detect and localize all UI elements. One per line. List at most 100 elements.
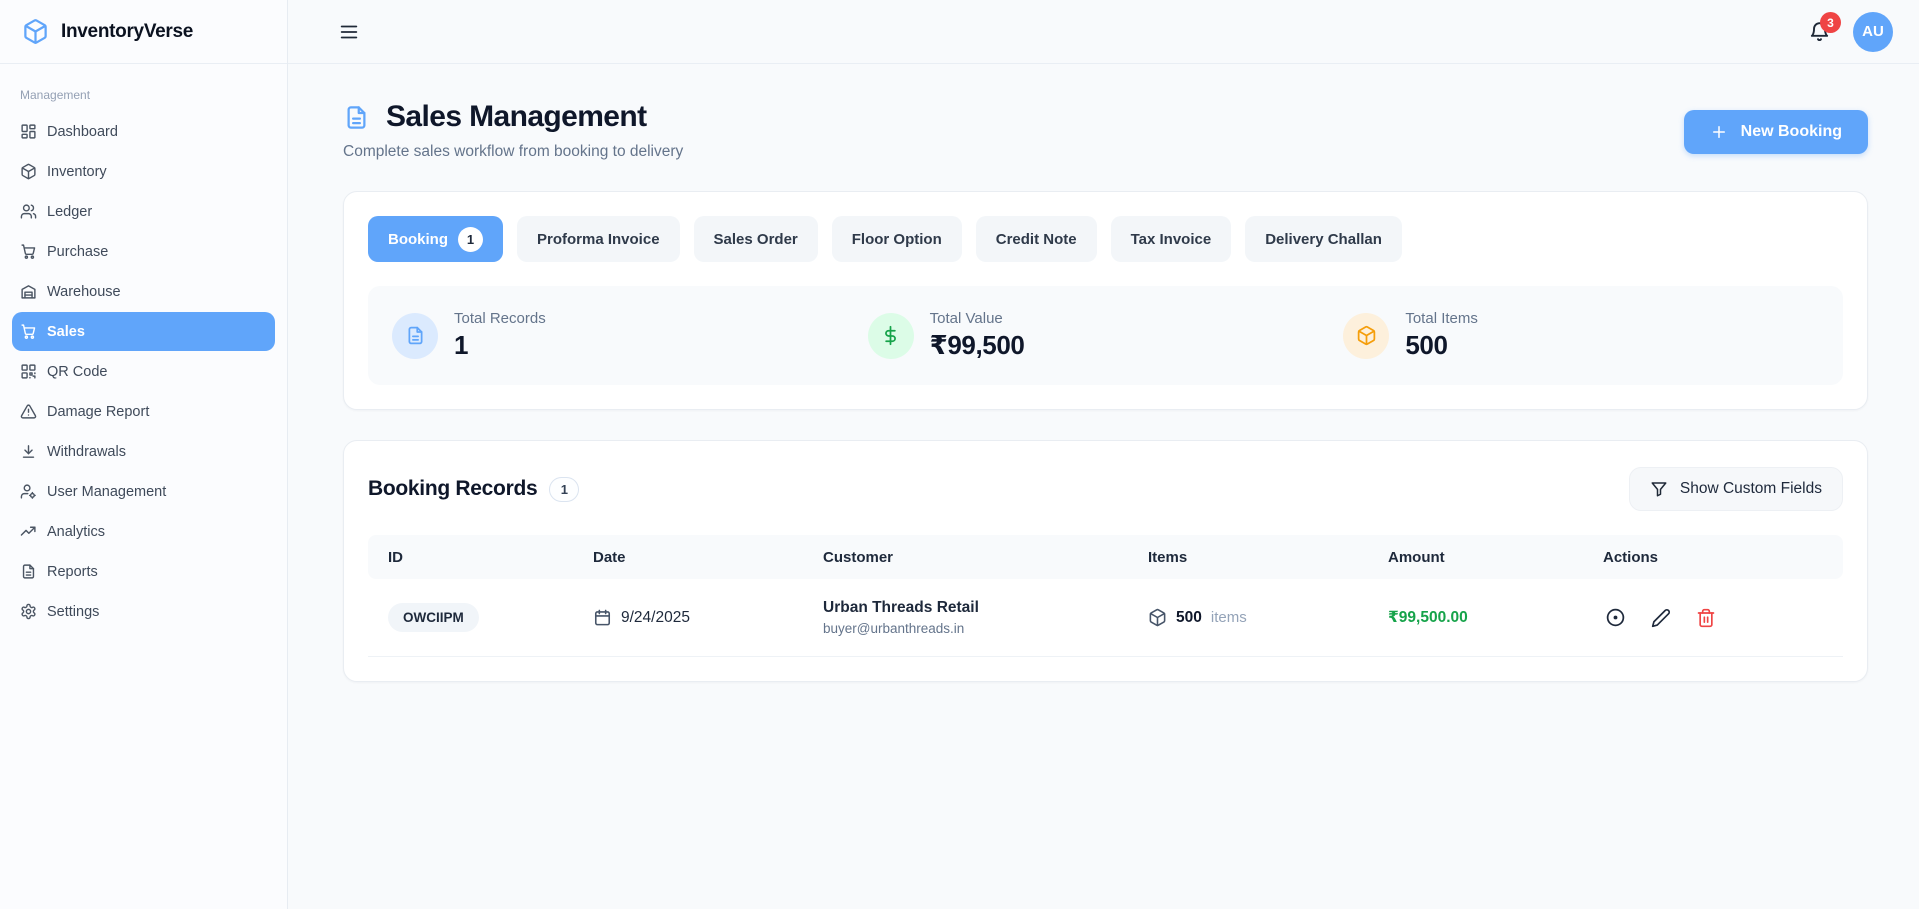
sidebar-section-label: Management [20,88,287,102]
avatar[interactable]: AU [1853,12,1893,52]
tab-floor-option[interactable]: Floor Option [832,216,962,262]
app-title: InventoryVerse [61,21,193,43]
customer-email: buyer@urbanthreads.in [823,621,1148,636]
users-icon [20,203,37,220]
new-booking-button[interactable]: New Booking [1684,110,1868,154]
sidebar-item-analytics[interactable]: Analytics [12,512,275,551]
show-custom-fields-button[interactable]: Show Custom Fields [1629,467,1843,511]
stat-total-value: Total Value ₹99,500 [868,310,1344,361]
sidebar: InventoryVerse Management Dashboard Inve… [0,0,288,909]
tab-booking[interactable]: Booking 1 [368,216,503,262]
show-custom-fields-label: Show Custom Fields [1680,480,1822,498]
calendar-icon [593,608,612,627]
sidebar-item-settings[interactable]: Settings [12,592,275,631]
sidebar-item-withdrawals[interactable]: Withdrawals [12,432,275,471]
tab-credit-note[interactable]: Credit Note [976,216,1097,262]
column-header-date: Date [593,549,823,566]
items-count: 500 [1176,609,1202,627]
sales-tabs-card: Booking 1 Proforma Invoice Sales Order F… [343,191,1868,410]
tab-label: Tax Invoice [1131,231,1212,248]
sidebar-item-label: Damage Report [47,404,149,420]
booking-records-card: Booking Records 1 Show Custom Fields ID … [343,440,1868,682]
sidebar-item-warehouse[interactable]: Warehouse [12,272,275,311]
sidebar-item-label: Reports [47,564,98,580]
sidebar-item-sales[interactable]: Sales [12,312,275,351]
view-button[interactable] [1603,605,1628,630]
sidebar-item-label: Dashboard [47,124,118,140]
tab-label: Credit Note [996,231,1077,248]
user-gear-icon [20,483,37,500]
sidebar-item-damage-report[interactable]: Damage Report [12,392,275,431]
sidebar-item-label: Ledger [47,204,92,220]
tab-delivery-challan[interactable]: Delivery Challan [1245,216,1402,262]
booking-amount: ₹99,500.00 [1388,608,1603,627]
stat-label: Total Value [930,310,1025,327]
sidebar-nav: Dashboard Inventory Ledger Purchase Ware… [0,112,287,631]
column-header-amount: Amount [1388,549,1603,566]
package-icon [1343,313,1389,359]
app-logo: InventoryVerse [0,0,287,64]
main-content: Sales Management Complete sales workflow… [288,64,1919,909]
stat-total-records: Total Records 1 [392,310,868,361]
cart-icon [20,323,37,340]
tab-count-badge: 1 [458,227,483,252]
tab-sales-order[interactable]: Sales Order [694,216,818,262]
tab-proforma-invoice[interactable]: Proforma Invoice [517,216,680,262]
sidebar-item-qr-code[interactable]: QR Code [12,352,275,391]
sidebar-item-purchase[interactable]: Purchase [12,232,275,271]
booking-date: 9/24/2025 [621,609,690,627]
column-header-customer: Customer [823,549,1148,566]
package-icon [20,163,37,180]
cart-icon [20,243,37,260]
sidebar-item-label: Sales [47,324,85,340]
stat-label: Total Records [454,310,546,327]
menu-icon[interactable] [338,21,360,43]
sidebar-item-label: Inventory [47,164,107,180]
sidebar-item-dashboard[interactable]: Dashboard [12,112,275,151]
sidebar-item-label: Settings [47,604,99,620]
column-header-items: Items [1148,549,1388,566]
filter-icon [1650,480,1668,498]
notifications-button[interactable]: 3 [1808,20,1831,43]
records-header: Booking Records 1 Show Custom Fields [368,467,1843,511]
tab-label: Booking [388,231,448,248]
dashboard-icon [20,123,37,140]
sidebar-item-label: Purchase [47,244,108,260]
stat-value: 500 [1405,330,1478,361]
alert-triangle-icon [20,403,37,420]
booking-table: ID Date Customer Items Amount Actions OW… [368,535,1843,657]
plus-icon [1710,123,1728,141]
dollar-icon [868,313,914,359]
sidebar-item-inventory[interactable]: Inventory [12,152,275,191]
trending-up-icon [20,523,37,540]
sidebar-item-label: Warehouse [47,284,121,300]
new-booking-label: New Booking [1741,123,1842,141]
sidebar-item-label: Analytics [47,524,105,540]
tab-label: Floor Option [852,231,942,248]
sidebar-item-user-management[interactable]: User Management [12,472,275,511]
warehouse-icon [20,283,37,300]
sidebar-item-reports[interactable]: Reports [12,552,275,591]
column-header-actions: Actions [1603,549,1823,566]
topbar: 3 AU [288,0,1919,64]
file-text-icon [20,563,37,580]
package-logo-icon [22,18,49,45]
tab-bar: Booking 1 Proforma Invoice Sales Order F… [368,216,1843,262]
table-header-row: ID Date Customer Items Amount Actions [368,535,1843,579]
stat-value: 1 [454,330,546,361]
customer-name: Urban Threads Retail [823,599,1148,617]
tab-tax-invoice[interactable]: Tax Invoice [1111,216,1232,262]
page-title: Sales Management [386,100,647,134]
records-title: Booking Records [368,477,537,501]
column-header-id: ID [388,549,593,566]
package-icon [1148,608,1167,627]
delete-button[interactable] [1694,606,1718,630]
sidebar-item-label: Withdrawals [47,444,126,460]
edit-button[interactable] [1649,606,1673,630]
records-count-badge: 1 [549,477,579,502]
download-icon [20,443,37,460]
sidebar-item-ledger[interactable]: Ledger [12,192,275,231]
stats-row: Total Records 1 Total Value ₹99,500 [368,286,1843,385]
table-row: OWCIIPM 9/24/2025 Urban Threads Retail b… [368,579,1843,657]
stat-value: ₹99,500 [930,330,1025,361]
